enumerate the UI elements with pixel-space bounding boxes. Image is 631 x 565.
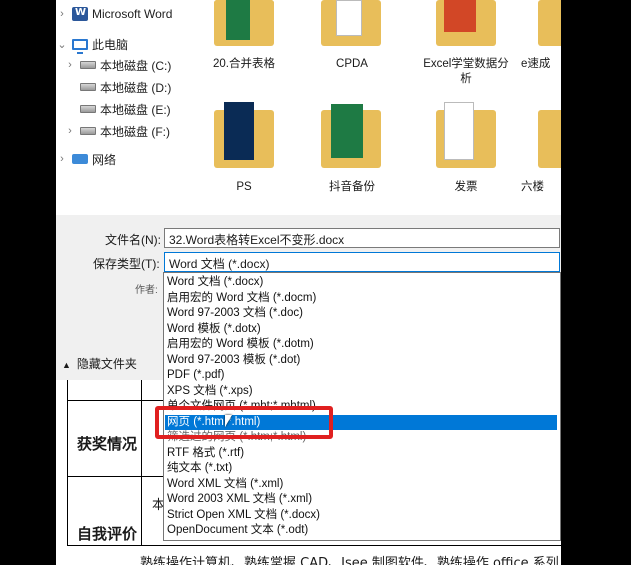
table-border	[67, 400, 167, 401]
dropdown-option[interactable]: Word 97-2003 模板 (*.dot)	[166, 353, 556, 369]
disk-icon	[80, 83, 96, 91]
file-label: PS	[236, 181, 252, 193]
dropdown-option[interactable]: 启用宏的 Word 模板 (*.dotm)	[166, 337, 556, 353]
author-label: 作者:	[135, 285, 158, 296]
disk-icon	[80, 61, 96, 69]
navigation-pane: › Microsoft Word ⌄ 此电脑 › 本地磁盘 (C:) 本地磁盘 …	[56, 0, 196, 215]
disk-icon	[80, 127, 96, 135]
file-label: 抖音备份	[329, 181, 375, 193]
chevron-right-icon[interactable]: ›	[56, 153, 68, 165]
dropdown-option[interactable]: 启用宏的 Word 文档 (*.docm)	[166, 291, 556, 307]
dropdown-option[interactable]: Word 文档 (*.docx)	[166, 275, 556, 291]
chevron-right-icon[interactable]: ›	[64, 59, 76, 71]
file-label: 发票	[454, 181, 478, 193]
dropdown-option[interactable]: Word 97-2003 文档 (*.doc)	[166, 306, 556, 322]
hide-folders-label: 隐藏文件夹	[76, 357, 137, 371]
network-icon	[72, 154, 88, 164]
dropdown-option[interactable]: PDF (*.pdf)	[166, 368, 556, 384]
excel-file-icon	[226, 0, 250, 40]
file-label: e速成	[521, 58, 551, 70]
table-border	[67, 380, 68, 545]
folder-icon	[538, 110, 561, 168]
chevron-down-icon[interactable]: ⌄	[56, 38, 68, 51]
word-icon	[72, 7, 88, 21]
file-label: 六楼	[521, 181, 544, 193]
savetype-label: 保存类型(T):	[93, 257, 160, 271]
file-grid: 20.合并表格 CPDA Excel学堂数据分析 e速成 PS 抖音备份 发票 …	[196, 0, 561, 215]
powerpoint-file-icon	[444, 0, 476, 32]
nav-item-disk-e[interactable]: 本地磁盘 (E:)	[64, 98, 171, 120]
nav-item-microsoft-word[interactable]: › Microsoft Word	[56, 3, 172, 25]
dropdown-option[interactable]: OpenDocument 文本 (*.odt)	[166, 523, 556, 539]
table-border	[141, 380, 142, 545]
highlight-annotation	[155, 406, 333, 439]
file-label: 20.合并表格	[213, 58, 275, 70]
nav-item-disk-c[interactable]: › 本地磁盘 (C:)	[64, 54, 171, 76]
section-heading: 获奖情况	[77, 435, 138, 453]
hide-folders-toggle[interactable]: ▲ 隐藏文件夹	[62, 355, 137, 372]
document-icon	[336, 0, 362, 36]
filename-input[interactable]: 32.Word表格转Excel不变形.docx	[164, 228, 560, 248]
dropdown-option[interactable]: Word 2003 XML 文档 (*.xml)	[166, 492, 556, 508]
dropdown-option[interactable]: Word XML 文档 (*.xml)	[166, 477, 556, 493]
dropdown-option[interactable]: Word 模板 (*.dotx)	[166, 322, 556, 338]
chevron-right-icon[interactable]: ›	[64, 125, 76, 137]
nav-item-label: 本地磁盘 (C:)	[100, 58, 172, 73]
chevron-right-icon[interactable]: ›	[56, 8, 68, 20]
nav-item-disk-d[interactable]: 本地磁盘 (D:)	[64, 76, 171, 98]
nav-item-label: 本地磁盘 (E:)	[100, 102, 171, 117]
nav-item-this-pc[interactable]: ⌄ 此电脑	[56, 33, 128, 55]
table-border	[67, 545, 561, 546]
nav-item-label: 本地磁盘 (F:)	[100, 124, 170, 139]
savetype-select[interactable]: Word 文档 (*.docx)	[164, 252, 560, 272]
photoshop-file-icon	[224, 102, 254, 160]
save-dialog: › Microsoft Word ⌄ 此电脑 › 本地磁盘 (C:) 本地磁盘 …	[56, 0, 561, 565]
computer-icon	[72, 38, 88, 54]
nav-item-network[interactable]: › 网络	[56, 148, 116, 170]
dropdown-option[interactable]: Strict Open XML 文档 (*.docx)	[166, 508, 556, 524]
section-heading: 自我评价	[77, 525, 138, 543]
nav-item-label: 此电脑	[92, 37, 129, 52]
disk-icon	[80, 105, 96, 113]
document-text: 熟练操作计算机、熟练掌握 CAD、Isee 制图软件、熟练操作 office 系…	[140, 556, 559, 565]
file-label: CPDA	[336, 58, 368, 70]
excel-file-icon	[331, 104, 363, 158]
nav-item-label: Microsoft Word	[92, 7, 173, 21]
dropdown-option[interactable]: XPS 文档 (*.xps)	[166, 384, 556, 400]
folder-icon	[538, 0, 561, 46]
nav-item-label: 网络	[92, 152, 117, 167]
dropdown-option[interactable]: 纯文本 (*.txt)	[166, 461, 556, 477]
dropdown-option[interactable]: RTF 格式 (*.rtf)	[166, 446, 556, 462]
file-label: Excel学堂数据分析	[423, 58, 509, 85]
table-border	[67, 476, 167, 477]
nav-item-label: 本地磁盘 (D:)	[100, 80, 172, 95]
filename-label: 文件名(N):	[105, 233, 161, 247]
nav-item-disk-f[interactable]: › 本地磁盘 (F:)	[64, 120, 170, 142]
chevron-up-icon: ▲	[62, 360, 71, 370]
mouse-cursor-icon	[225, 415, 232, 427]
document-icon	[444, 102, 474, 160]
